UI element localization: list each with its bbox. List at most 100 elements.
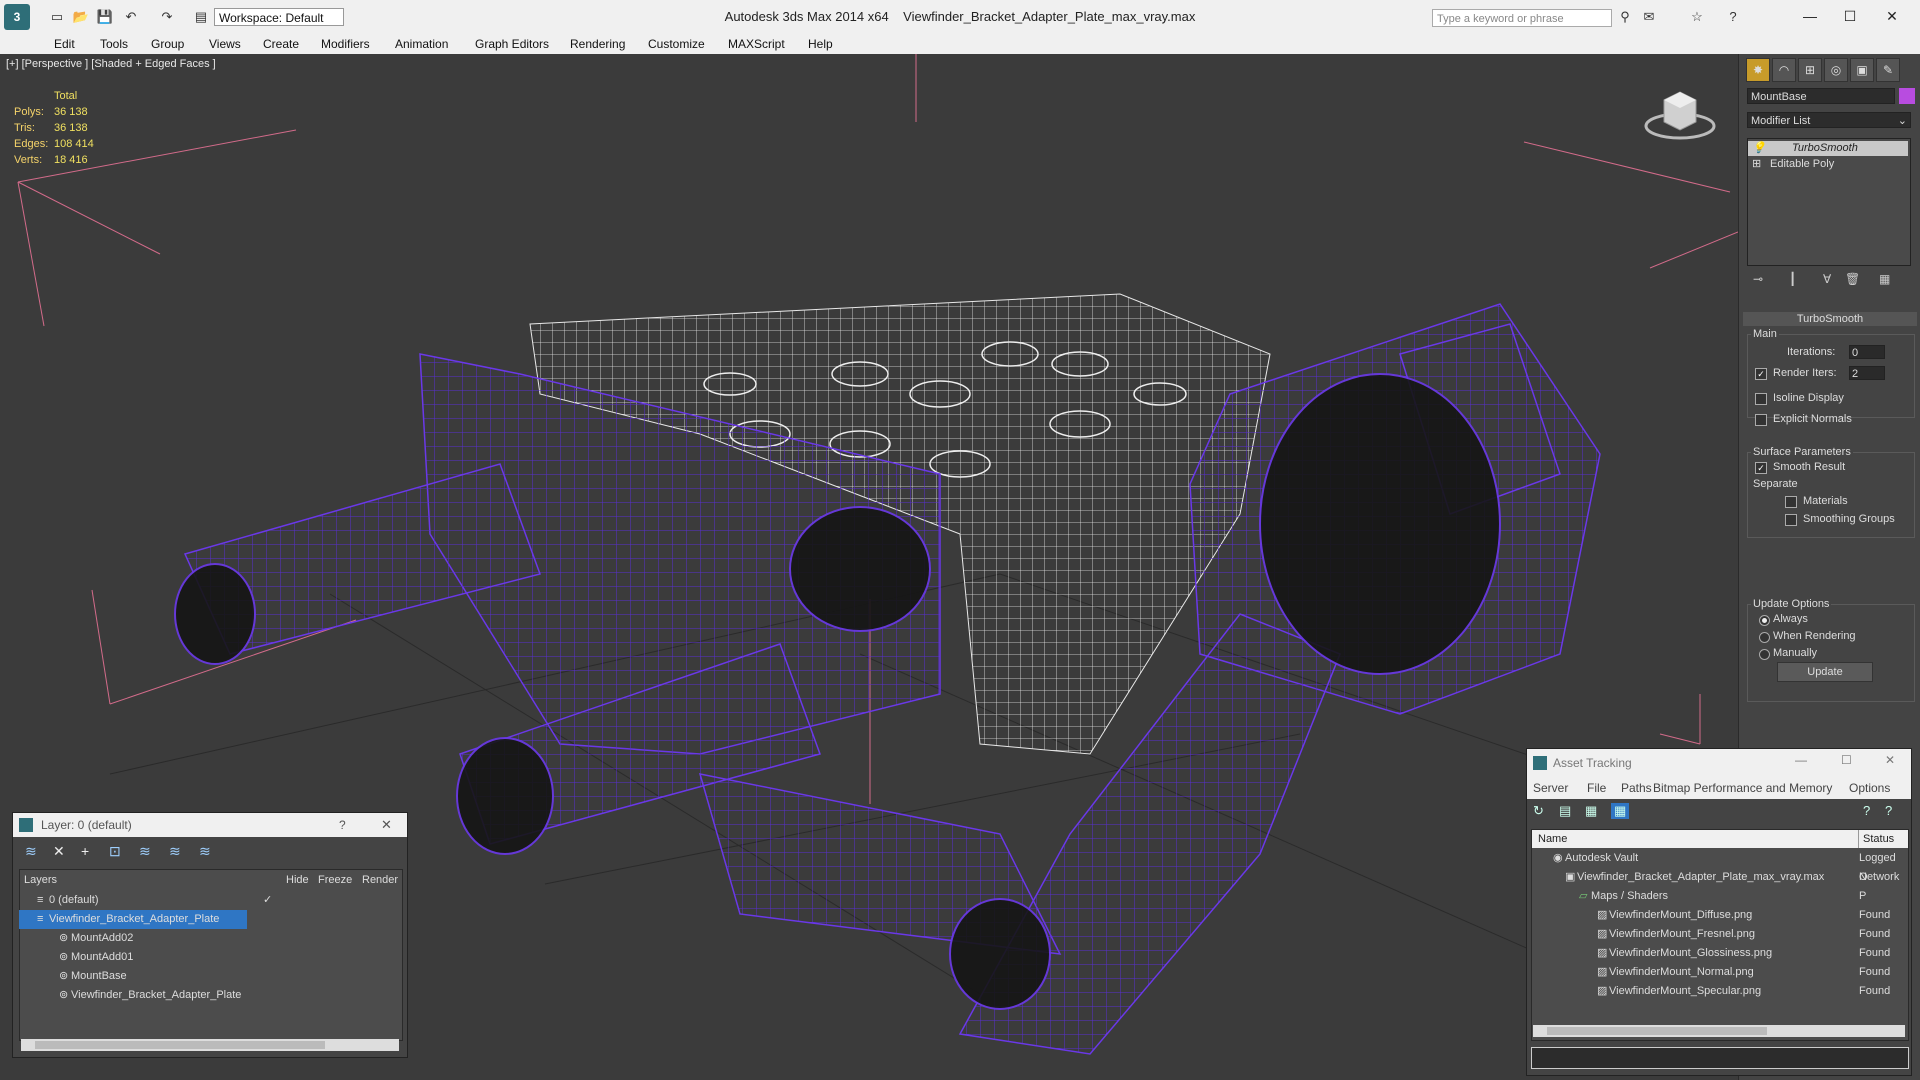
maximize-button[interactable]: ☐ [1830, 4, 1870, 28]
menu-server[interactable]: Server [1533, 781, 1568, 795]
object-row[interactable]: ⊚ Viewfinder_Bracket_Adapter_Plate [19, 986, 403, 1005]
menu-edit[interactable]: Edit [54, 37, 75, 51]
pin-stack-icon[interactable]: ⊸ [1753, 272, 1763, 286]
asset-row[interactable]: ▣ Viewfinder_Bracket_Adapter_Plate_max_vr… [1533, 868, 1903, 902]
motion-tab-icon[interactable]: ◎ [1824, 58, 1848, 82]
update-button[interactable]: Update [1777, 662, 1873, 682]
asset-row[interactable]: ▨ ViewfinderMount_Diffuse.png Found [1533, 906, 1903, 925]
menu-rendering[interactable]: Rendering [570, 37, 625, 51]
asset-row[interactable]: ◉ Autodesk Vault Logged O [1533, 849, 1903, 883]
help-icon[interactable]: ? [1724, 8, 1742, 26]
help-icon[interactable]: ? [1863, 803, 1870, 818]
layer-manager-icon[interactable]: ≋ [25, 843, 37, 860]
help-button[interactable]: ? [339, 818, 346, 832]
favorites-icon[interactable]: ☆ [1688, 8, 1706, 26]
close-icon[interactable]: ✕ [381, 817, 392, 833]
search-input[interactable]: Type a keyword or phrase [1432, 9, 1612, 27]
minimize-button[interactable]: — [1790, 4, 1830, 28]
menu-modifiers[interactable]: Modifiers [321, 37, 370, 51]
object-row[interactable]: ⊚ MountAdd02 [19, 929, 403, 948]
menu-group[interactable]: Group [151, 37, 184, 51]
horizontal-scrollbar[interactable] [21, 1039, 399, 1051]
isoline-checkbox[interactable] [1755, 393, 1767, 405]
table-view-icon[interactable]: ▦ [1611, 803, 1630, 819]
stack-item-turbosmooth[interactable]: 💡 TurboSmooth [1748, 141, 1908, 156]
render-iters-spinner[interactable]: 2 [1849, 366, 1885, 380]
col-layers[interactable]: Layers [24, 874, 57, 886]
scrollbar-thumb[interactable] [35, 1041, 325, 1049]
tree-view-icon[interactable]: ▦ [1585, 803, 1597, 819]
asset-row[interactable]: ▨ ViewfinderMount_Glossiness.png Found [1533, 944, 1903, 963]
menu-help[interactable]: Help [808, 37, 833, 51]
settings-icon[interactable]: ? [1885, 803, 1892, 818]
modify-tab-icon[interactable]: ◠ [1772, 58, 1796, 82]
col-name[interactable]: Name [1538, 830, 1567, 848]
layer-row-selected[interactable]: ≡ Viewfinder_Bracket_Adapter_Plate [19, 910, 247, 929]
freeze-all-icon[interactable]: ≋ [199, 843, 211, 860]
menu-animation[interactable]: Animation [395, 37, 448, 51]
menu-create[interactable]: Create [263, 37, 299, 51]
horizontal-scrollbar[interactable] [1533, 1025, 1905, 1037]
display-tab-icon[interactable]: ▣ [1850, 58, 1874, 82]
add-layer-icon[interactable]: + [81, 843, 89, 859]
refresh-icon[interactable]: ↻ [1533, 803, 1544, 819]
layer-dialog-titlebar[interactable]: Layer: 0 (default) ? ✕ [13, 813, 407, 837]
stack-item-editable-poly[interactable]: ⊞ Editable Poly [1748, 157, 1908, 172]
menu-options[interactable]: Options [1849, 781, 1890, 795]
col-freeze[interactable]: Freeze [318, 874, 352, 886]
minimize-icon[interactable]: — [1795, 753, 1807, 767]
when-rendering-radio[interactable] [1759, 632, 1770, 643]
lightbulb-icon[interactable]: 💡 [1748, 142, 1766, 154]
manually-radio[interactable] [1759, 649, 1770, 660]
asset-path-field[interactable] [1531, 1047, 1909, 1069]
menu-paths[interactable]: Paths [1621, 781, 1652, 795]
smooth-result-checkbox[interactable]: ✓ [1755, 462, 1767, 474]
object-row[interactable]: ⊚ MountAdd01 [19, 948, 403, 967]
explicit-normals-checkbox[interactable] [1755, 414, 1767, 426]
asset-row[interactable]: ▱ Maps / Shaders [1533, 887, 1903, 906]
always-radio[interactable] [1759, 615, 1770, 626]
layer-row[interactable]: ≡ 0 (default) ✓ [19, 891, 403, 910]
materials-checkbox[interactable] [1785, 496, 1797, 508]
asset-dialog-titlebar[interactable]: Asset Tracking — ☐ ✕ [1527, 749, 1911, 777]
close-button[interactable]: ✕ [1872, 4, 1912, 28]
menu-views[interactable]: Views [209, 37, 241, 51]
binoculars-icon[interactable]: ⚲ [1616, 8, 1634, 26]
asset-row[interactable]: ▨ ViewfinderMount_Fresnel.png Found [1533, 925, 1903, 944]
turbosmooth-rollout-header[interactable]: TurboSmooth [1743, 312, 1917, 326]
menu-tools[interactable]: Tools [100, 37, 128, 51]
remove-modifier-icon[interactable]: 🗑 [1845, 272, 1860, 286]
create-tab-icon[interactable]: ✸ [1746, 58, 1770, 82]
iterations-spinner[interactable]: 0 [1849, 345, 1885, 359]
maximize-icon[interactable]: ☐ [1841, 753, 1852, 767]
asset-row[interactable]: ▨ ViewfinderMount_Specular.png Found [1533, 982, 1903, 1001]
col-hide[interactable]: Hide [286, 874, 309, 886]
menu-file[interactable]: File [1587, 781, 1606, 795]
asset-row[interactable]: ▨ ViewfinderMount_Normal.png Found [1533, 963, 1903, 982]
menu-customize[interactable]: Customize [648, 37, 705, 51]
object-name-field[interactable]: MountBase [1747, 88, 1895, 104]
modifier-list-dropdown[interactable]: Modifier List ⌄ [1747, 112, 1911, 128]
hide-all-icon[interactable]: ≋ [169, 843, 181, 860]
menu-bitmap-performance[interactable]: Bitmap Performance and Memory [1653, 781, 1832, 795]
menu-graph-editors[interactable]: Graph Editors [475, 37, 549, 51]
delete-layer-icon[interactable]: ✕ [53, 843, 65, 860]
object-row[interactable]: ⊚ MountBase [19, 967, 403, 986]
menu-maxscript[interactable]: MAXScript [728, 37, 785, 51]
scrollbar-thumb[interactable] [1547, 1027, 1767, 1035]
col-status[interactable]: Status [1858, 830, 1894, 848]
communication-icon[interactable]: ✉ [1640, 8, 1658, 26]
highlight-layer-icon[interactable]: ≋ [139, 843, 151, 860]
smoothing-groups-checkbox[interactable] [1785, 514, 1797, 526]
list-view-icon[interactable]: ▤ [1559, 803, 1571, 819]
show-end-result-icon[interactable]: ┃ [1789, 272, 1796, 286]
render-iters-checkbox[interactable]: ✓ [1755, 368, 1767, 380]
configure-sets-icon[interactable]: ▦ [1879, 272, 1890, 286]
expand-icon[interactable]: ⊞ [1748, 158, 1761, 170]
close-icon[interactable]: ✕ [1885, 753, 1895, 767]
utilities-tab-icon[interactable]: ✎ [1876, 58, 1900, 82]
col-render[interactable]: Render [362, 874, 398, 886]
make-unique-icon[interactable]: ∀ [1823, 272, 1831, 286]
hierarchy-tab-icon[interactable]: ⊞ [1798, 58, 1822, 82]
object-color-swatch[interactable] [1899, 88, 1915, 104]
